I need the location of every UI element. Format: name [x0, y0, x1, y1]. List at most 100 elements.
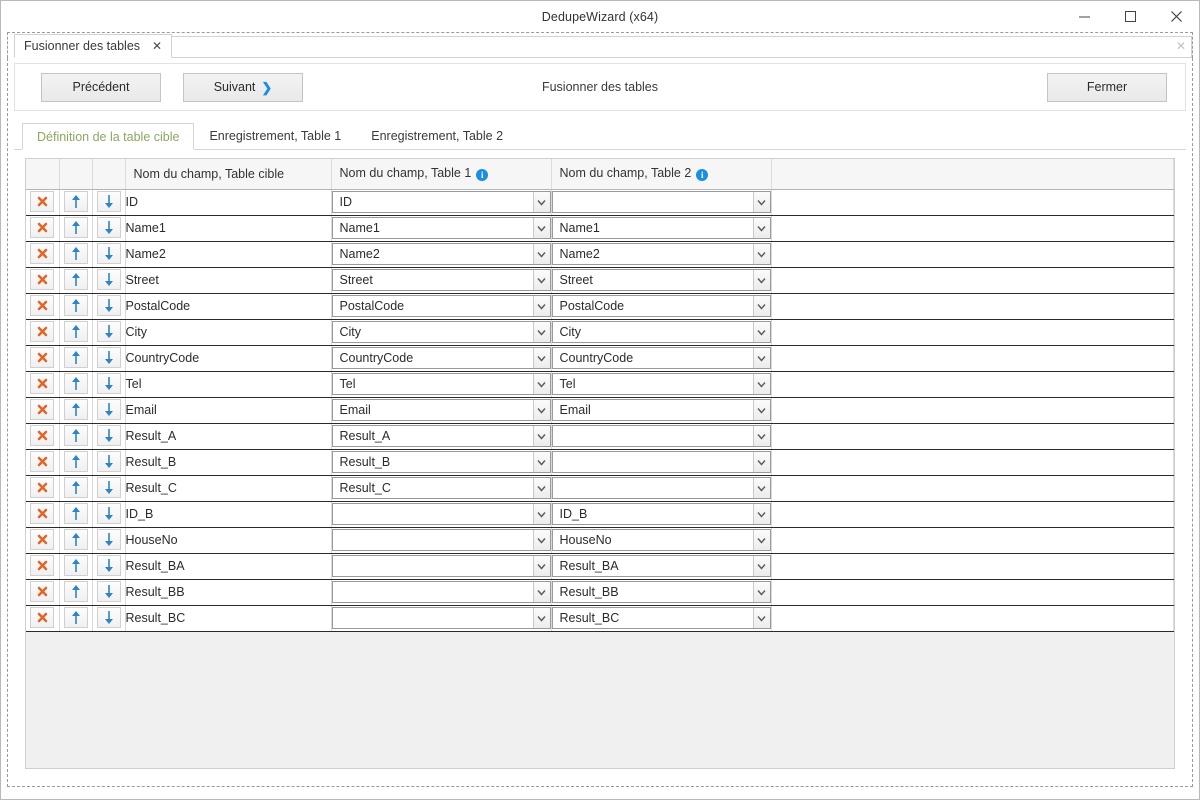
- delete-row-button[interactable]: [30, 191, 55, 212]
- move-up-button[interactable]: [63, 554, 88, 576]
- combo-arrow[interactable]: [532, 400, 550, 420]
- delete-row-button[interactable]: [30, 503, 55, 524]
- cell-move-up[interactable]: [59, 449, 93, 476]
- combo-arrow[interactable]: [532, 244, 550, 264]
- table1-field-select[interactable]: Result_C: [331, 477, 551, 499]
- move-down-button[interactable]: [96, 554, 121, 576]
- combo-arrow[interactable]: [532, 192, 550, 212]
- cell-move-up[interactable]: [59, 215, 93, 242]
- column-header-target-field[interactable]: Nom du champ, Table cible: [125, 159, 332, 190]
- cell-move-down[interactable]: [92, 527, 126, 554]
- cell-move-down[interactable]: [92, 605, 126, 632]
- fermer-button[interactable]: Fermer: [1047, 72, 1167, 102]
- cell-move-down[interactable]: [92, 293, 126, 320]
- cell-move-up[interactable]: [59, 423, 93, 450]
- cell-target-field-name[interactable]: City: [125, 319, 332, 346]
- move-up-button[interactable]: [63, 268, 88, 290]
- table2-field-select[interactable]: City: [551, 321, 771, 343]
- table2-field-select[interactable]: Email: [551, 399, 771, 421]
- move-down-button[interactable]: [96, 216, 121, 238]
- cell-table2-field[interactable]: Name2: [551, 241, 772, 268]
- move-up-button[interactable]: [63, 242, 88, 264]
- cell-table2-field[interactable]: Name1: [551, 215, 772, 242]
- column-header-table2-field[interactable]: Nom du champ, Table 2 i: [551, 159, 772, 190]
- cell-table1-field[interactable]: Tel: [331, 371, 552, 398]
- cell-target-field-name[interactable]: CountryCode: [125, 345, 332, 372]
- combo-arrow[interactable]: [752, 244, 770, 264]
- cell-move-down[interactable]: [92, 475, 126, 502]
- table1-field-select[interactable]: Name1: [331, 217, 551, 239]
- previous-button[interactable]: Précédent: [41, 72, 161, 102]
- cell-table1-field[interactable]: Name2: [331, 241, 552, 268]
- cell-table2-field[interactable]: Email: [551, 397, 772, 424]
- cell-target-field-name[interactable]: Result_B: [125, 449, 332, 476]
- table2-field-select[interactable]: [551, 451, 771, 473]
- move-up-button[interactable]: [63, 450, 88, 472]
- cell-move-up[interactable]: [59, 267, 93, 294]
- combo-arrow[interactable]: [752, 582, 770, 602]
- table2-field-select[interactable]: Result_BA: [551, 555, 771, 577]
- combo-arrow[interactable]: [532, 270, 550, 290]
- cell-move-down[interactable]: [92, 397, 126, 424]
- combo-arrow[interactable]: [532, 348, 550, 368]
- cell-table1-field[interactable]: Result_A: [331, 423, 552, 450]
- table-row[interactable]: City City City: [26, 319, 1174, 346]
- delete-row-button[interactable]: [30, 607, 55, 628]
- move-down-button[interactable]: [96, 346, 121, 368]
- combo-arrow[interactable]: [752, 322, 770, 342]
- tab-enregistrement-table-1[interactable]: Enregistrement, Table 1: [194, 122, 356, 149]
- cell-table1-field[interactable]: [331, 579, 552, 606]
- cell-table2-field[interactable]: City: [551, 319, 772, 346]
- delete-row-button[interactable]: [30, 529, 55, 550]
- move-up-button[interactable]: [63, 398, 88, 420]
- combo-arrow[interactable]: [532, 478, 550, 498]
- cell-move-down[interactable]: [92, 371, 126, 398]
- cell-delete[interactable]: [26, 475, 60, 502]
- move-up-button[interactable]: [63, 424, 88, 446]
- combo-arrow[interactable]: [532, 452, 550, 472]
- move-up-button[interactable]: [63, 476, 88, 498]
- combo-arrow[interactable]: [752, 608, 770, 628]
- cell-delete[interactable]: [26, 423, 60, 450]
- cell-move-up[interactable]: [59, 319, 93, 346]
- cell-table2-field[interactable]: PostalCode: [551, 293, 772, 320]
- table1-field-select[interactable]: City: [331, 321, 551, 343]
- cell-move-down[interactable]: [92, 189, 126, 216]
- cell-table1-field[interactable]: CountryCode: [331, 345, 552, 372]
- cell-table1-field[interactable]: Result_C: [331, 475, 552, 502]
- move-down-button[interactable]: [96, 190, 121, 212]
- close-button[interactable]: [1153, 1, 1199, 32]
- cell-move-down[interactable]: [92, 241, 126, 268]
- cell-move-down[interactable]: [92, 553, 126, 580]
- table1-field-select[interactable]: Street: [331, 269, 551, 291]
- cell-target-field-name[interactable]: Result_BC: [125, 605, 332, 632]
- cell-delete[interactable]: [26, 553, 60, 580]
- document-tab-fusionner-des-tables[interactable]: Fusionner des tables ✕: [14, 34, 173, 58]
- cell-table1-field[interactable]: City: [331, 319, 552, 346]
- table2-field-select[interactable]: PostalCode: [551, 295, 771, 317]
- cell-move-up[interactable]: [59, 371, 93, 398]
- cell-target-field-name[interactable]: Result_C: [125, 475, 332, 502]
- cell-table1-field[interactable]: Result_B: [331, 449, 552, 476]
- table1-field-select[interactable]: Name2: [331, 243, 551, 265]
- delete-row-button[interactable]: [30, 321, 55, 342]
- cell-target-field-name[interactable]: Result_BB: [125, 579, 332, 606]
- cell-table2-field[interactable]: ID_B: [551, 501, 772, 528]
- close-all-tabs-icon[interactable]: ✕: [1176, 40, 1186, 52]
- combo-arrow[interactable]: [752, 556, 770, 576]
- combo-arrow[interactable]: [752, 270, 770, 290]
- cell-table1-field[interactable]: [331, 501, 552, 528]
- cell-table2-field[interactable]: [551, 475, 772, 502]
- cell-move-up[interactable]: [59, 605, 93, 632]
- cell-table1-field[interactable]: ID: [331, 189, 552, 216]
- cell-target-field-name[interactable]: Name1: [125, 215, 332, 242]
- table1-field-select[interactable]: [331, 607, 551, 629]
- combo-arrow[interactable]: [752, 478, 770, 498]
- cell-table1-field[interactable]: [331, 527, 552, 554]
- table2-field-select[interactable]: [551, 191, 771, 213]
- table1-field-select[interactable]: Result_B: [331, 451, 551, 473]
- cell-move-up[interactable]: [59, 579, 93, 606]
- combo-arrow[interactable]: [752, 192, 770, 212]
- cell-delete[interactable]: [26, 267, 60, 294]
- tab-definition-table-cible[interactable]: Définition de la table cible: [22, 123, 195, 150]
